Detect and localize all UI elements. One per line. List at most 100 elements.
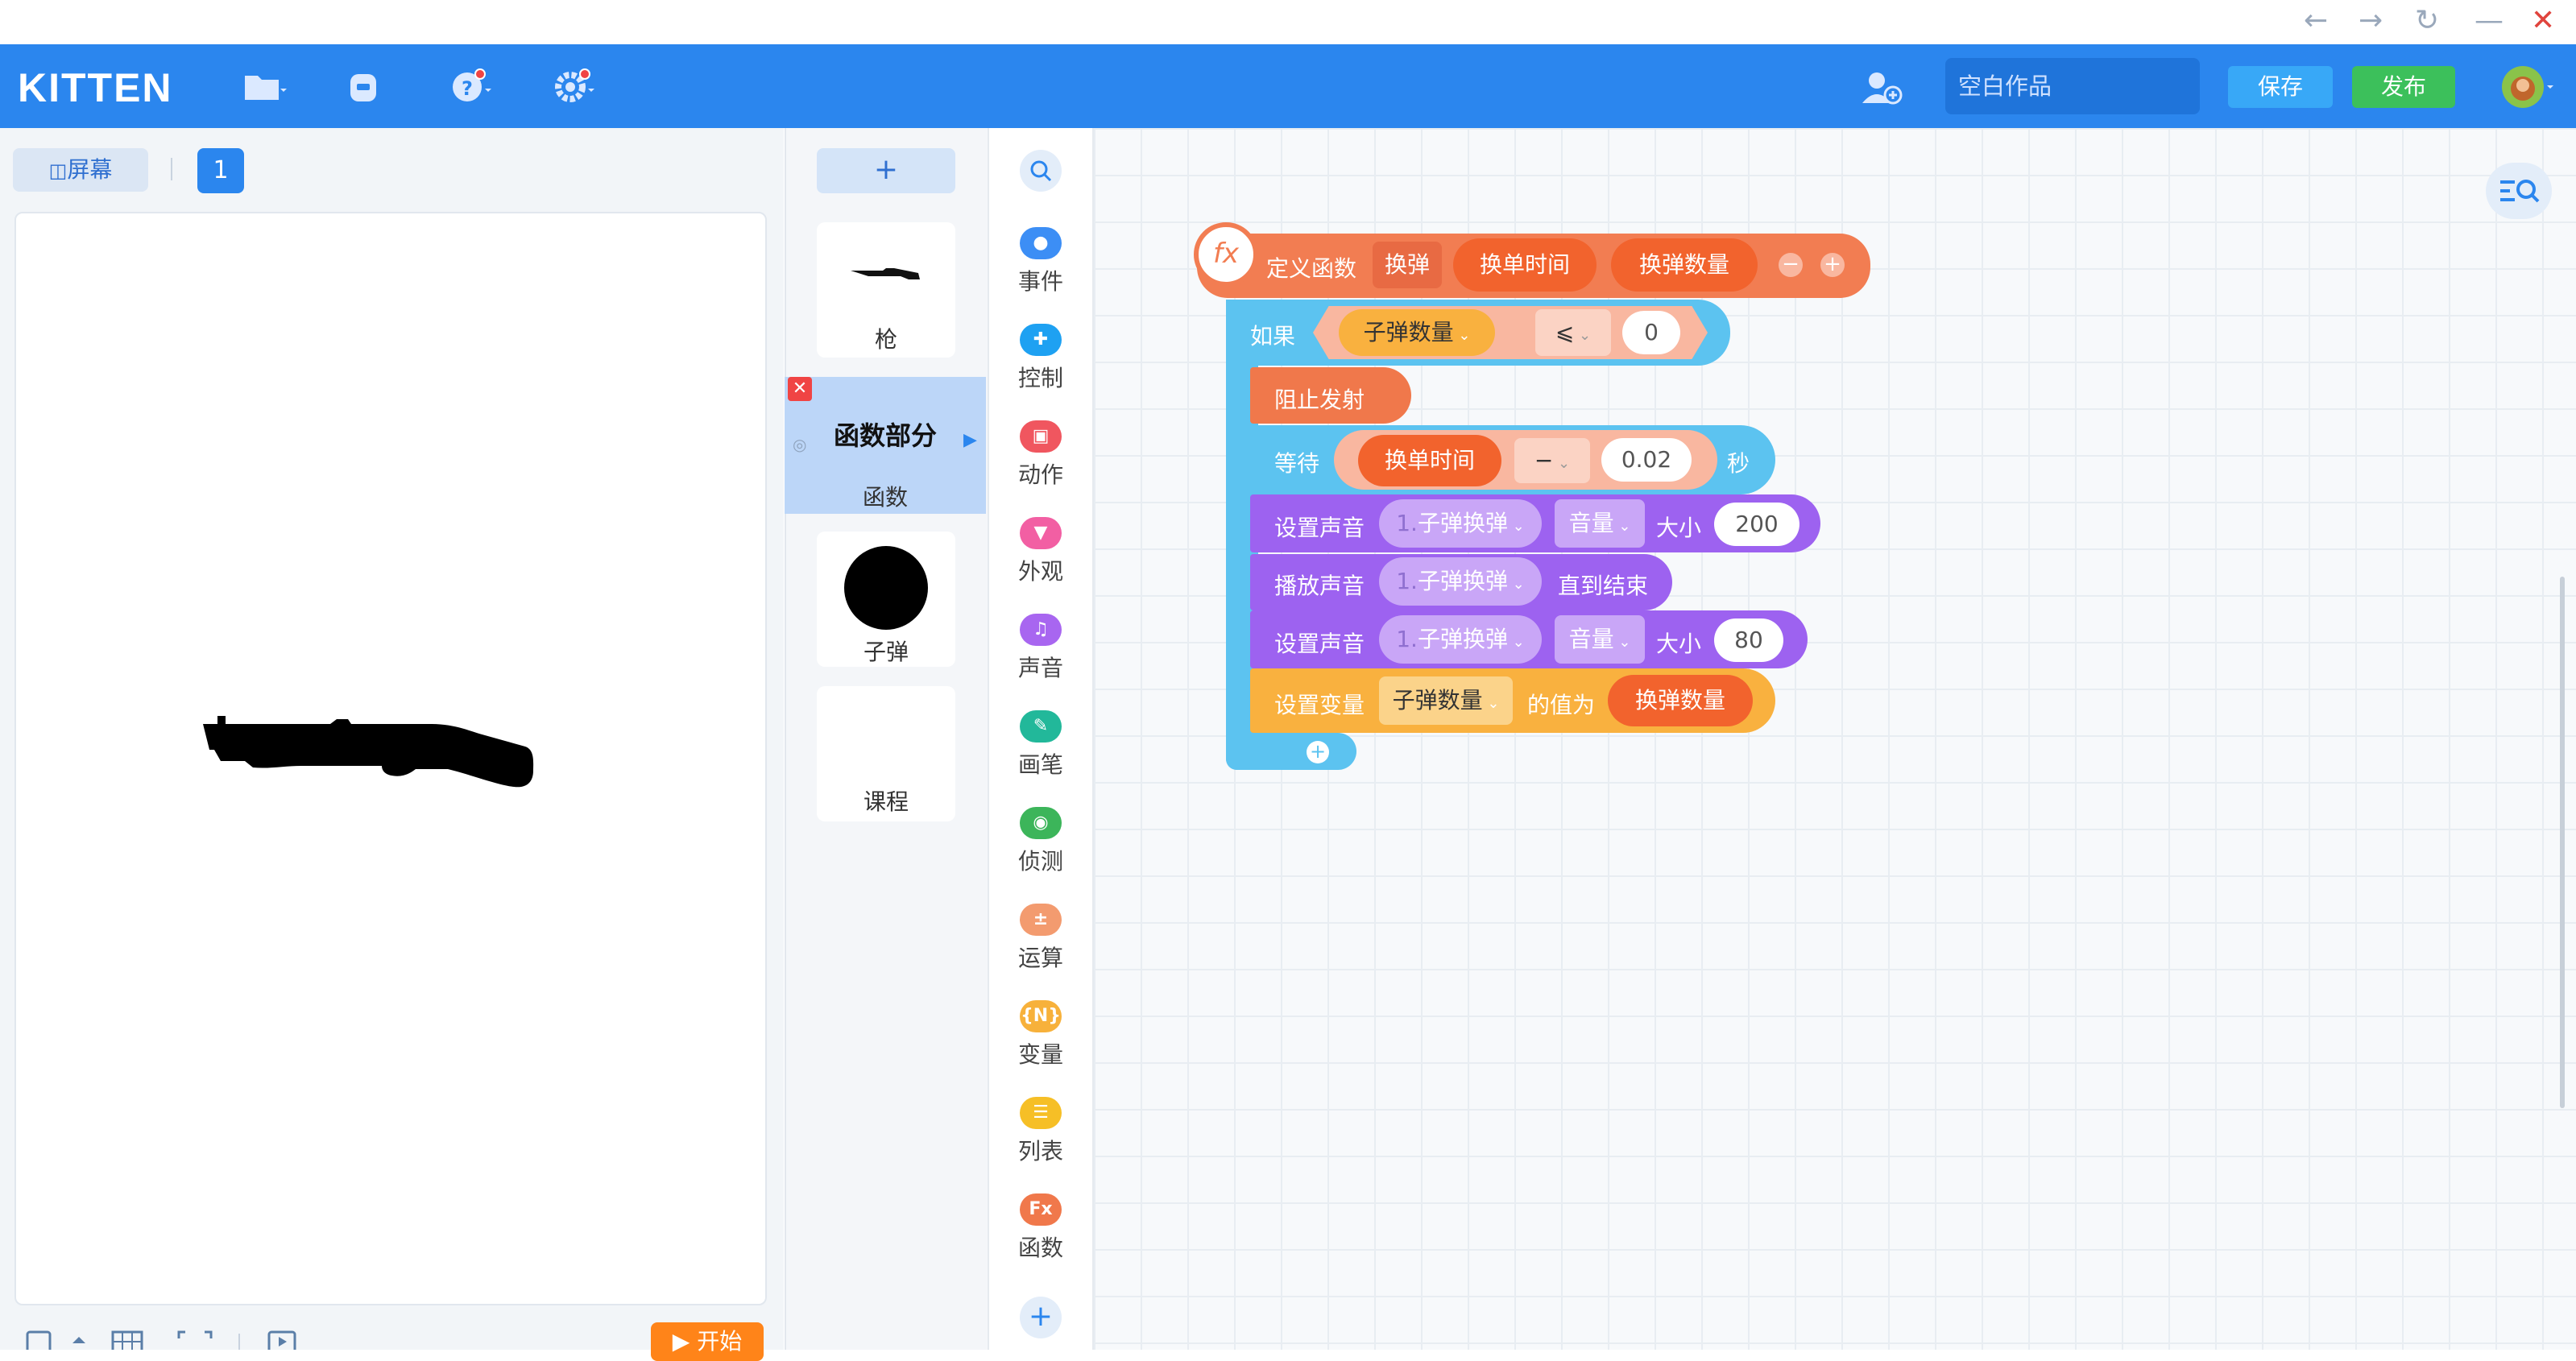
folder-icon[interactable] (242, 64, 287, 110)
category-label: 变量 (1017, 1041, 1063, 1068)
until-done-label: 直到结束 (1558, 573, 1649, 599)
param-reload-time[interactable]: 换单时间 (1453, 238, 1597, 292)
wait-param-reload-time[interactable]: 换单时间 (1358, 435, 1501, 486)
sprite-card-bullet[interactable]: 子弹 (817, 532, 955, 667)
sprite-name: 子弹 (863, 639, 909, 665)
param-reload-count[interactable]: 换弹数量 (1611, 238, 1758, 292)
math-operator-dropdown[interactable]: − ⌄ (1514, 438, 1590, 483)
expand-arrow-icon[interactable]: ▶ (963, 430, 977, 450)
category-sensing[interactable]: ◉ 侦测 (988, 807, 1094, 876)
if-variable-dropdown[interactable]: 子弹数量 ⌄ (1339, 309, 1495, 356)
chevron-down-icon: ⌄ (1553, 455, 1571, 472)
if-value-input[interactable]: 0 (1622, 311, 1680, 354)
sprite-name: 课程 (863, 788, 909, 815)
minimize-icon[interactable]: — (2475, 3, 2504, 39)
set-sound-label: 设置声音 (1274, 631, 1365, 657)
chevron-down-icon: ⌄ (1574, 327, 1592, 344)
work-name-input[interactable]: 空白作品 (1945, 58, 2200, 114)
toggle-icon: ● (1020, 227, 1062, 259)
operator-symbol: ⩽ (1555, 319, 1575, 345)
search-icon (1030, 160, 1052, 182)
sound-select-dropdown[interactable]: 1.子弹换弹 ⌄ (1379, 615, 1542, 664)
category-looks[interactable]: ▼ 外观 (988, 517, 1094, 586)
window-title-bar (0, 0, 2576, 44)
category-control[interactable]: ✚ 控制 (988, 324, 1094, 393)
define-function-label: 定义函数 (1266, 255, 1357, 282)
volume-value-input[interactable]: 80 (1714, 618, 1783, 662)
start-label: 开始 (697, 1328, 743, 1355)
forward-arrow-icon[interactable]: → (2359, 3, 2383, 39)
add-extension-button[interactable]: + (1020, 1297, 1062, 1338)
publish-button[interactable]: 发布 (2352, 66, 2455, 108)
if-block-footer[interactable]: + (1226, 733, 1356, 770)
hide-eye-icon[interactable]: ◎ (793, 435, 806, 454)
function-name[interactable]: 换弹 (1373, 242, 1442, 288)
add-param-icon[interactable]: + (1820, 253, 1845, 277)
delete-sprite-icon[interactable]: ✕ (788, 377, 812, 401)
backpack-icon[interactable] (342, 64, 387, 110)
bullet-thumbnail (844, 546, 928, 630)
stage-screen-tab[interactable]: ◫屏幕 (13, 148, 148, 192)
sound-property-dropdown[interactable]: 音量 ⌄ (1555, 615, 1645, 664)
operator-symbol: − (1534, 447, 1554, 474)
add-branch-icon[interactable]: + (1307, 741, 1329, 763)
value-param-reload-count[interactable]: 换弹数量 (1608, 675, 1753, 726)
chevron-down-icon: ⌄ (1507, 518, 1525, 535)
robot-icon: ▣ (1020, 420, 1062, 453)
sound-index: 1. (1396, 510, 1418, 536)
sound-index: 1. (1396, 626, 1418, 652)
back-arrow-icon[interactable]: ← (2304, 3, 2328, 39)
category-label: 函数 (1017, 1235, 1063, 1261)
volume-value-input[interactable]: 200 (1714, 503, 1799, 546)
refresh-icon[interactable]: ↻ (2415, 3, 2439, 39)
stop-firing-label: 阻止发射 (1274, 387, 1365, 413)
add-user-icon[interactable] (1859, 64, 1904, 110)
shotgun-sprite[interactable] (187, 700, 541, 790)
category-sound[interactable]: ♫ 声音 (988, 614, 1094, 683)
sprite-card-lesson[interactable]: 课程 (817, 686, 955, 821)
list-icon: ☰ (1020, 1097, 1062, 1129)
sound-name: 子弹换弹 (1417, 510, 1508, 536)
sound-property-dropdown[interactable]: 音量 ⌄ (1555, 499, 1645, 548)
wait-value-input[interactable]: 0.02 (1601, 438, 1692, 482)
sound-select-dropdown[interactable]: 1.子弹换弹 ⌄ (1379, 557, 1542, 606)
comparison-operator-dropdown[interactable]: ⩽ ⌄ (1535, 309, 1611, 356)
search-blocks-button[interactable] (1020, 150, 1062, 192)
play-sound-label: 播放声音 (1274, 573, 1365, 599)
remove-param-icon[interactable]: − (1779, 253, 1803, 277)
workspace-scrollbar[interactable] (2560, 577, 2565, 1108)
sprite-card-function-selected[interactable]: ✕ ◎ 函数部分 ▶ 函数 (785, 377, 986, 514)
category-operators[interactable]: ± 运算 (988, 904, 1094, 973)
category-label: 侦测 (1017, 848, 1063, 875)
sound-select-dropdown[interactable]: 1.子弹换弹 ⌄ (1379, 499, 1542, 548)
sprite-card-gun[interactable]: 枪 (817, 222, 955, 358)
help-icon[interactable]: ? (448, 64, 493, 110)
block-search-toggle[interactable] (2486, 163, 2552, 219)
sound-name: 子弹换弹 (1417, 568, 1508, 594)
function-icon: Fx (1020, 1193, 1062, 1226)
category-lists[interactable]: ☰ 列表 (988, 1097, 1094, 1166)
screen-page-button[interactable]: 1 (197, 148, 244, 193)
close-icon[interactable]: ✕ (2531, 3, 2555, 39)
category-event[interactable]: ● 事件 (988, 227, 1094, 296)
math-icon: ± (1020, 904, 1062, 936)
category-pen[interactable]: ✎ 画笔 (988, 710, 1094, 780)
start-run-button[interactable]: ▶ 开始 (651, 1322, 764, 1361)
save-button[interactable]: 保存 (2228, 66, 2333, 108)
settings-gear-icon[interactable] (551, 64, 596, 110)
add-sprite-button[interactable]: + (817, 148, 955, 193)
category-motion[interactable]: ▣ 动作 (988, 420, 1094, 490)
variable-name: 子弹数量 (1392, 687, 1483, 714)
category-variables[interactable]: {N} 变量 (988, 1000, 1094, 1069)
category-label: 列表 (1017, 1138, 1063, 1165)
category-label: 运算 (1017, 945, 1063, 971)
variable-select-dropdown[interactable]: 子弹数量 ⌄ (1379, 676, 1513, 725)
stage-canvas[interactable] (14, 212, 767, 1305)
category-functions[interactable]: Fx 函数 (988, 1193, 1094, 1263)
variable-icon: {N} (1020, 1000, 1062, 1032)
category-label: 动作 (1017, 461, 1063, 488)
category-label: 画笔 (1017, 751, 1063, 778)
user-avatar[interactable] (2500, 64, 2557, 110)
radar-icon: ◉ (1020, 807, 1062, 839)
divider (171, 158, 172, 180)
